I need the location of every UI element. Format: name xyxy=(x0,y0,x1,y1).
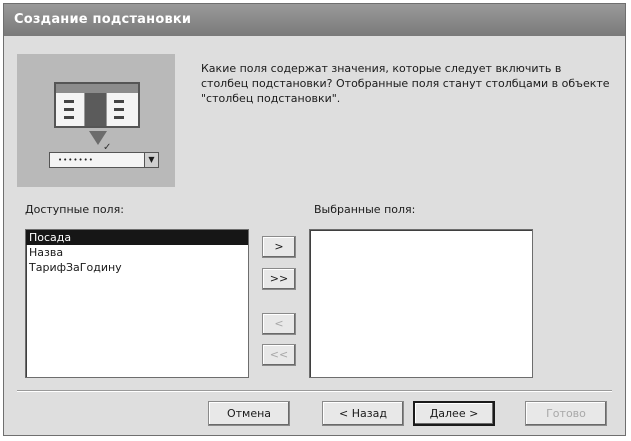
next-button[interactable]: Далее > xyxy=(413,401,495,426)
finish-button[interactable]: Готово xyxy=(525,401,607,426)
list-item[interactable]: ТарифЗаГодину xyxy=(26,260,248,275)
available-fields-label: Доступные поля: xyxy=(25,203,124,216)
instructions-text: Какие поля содержат значения, которые сл… xyxy=(201,62,610,105)
title-bar: Создание подстановки xyxy=(4,4,625,36)
combo-box-icon: ••••••• ▼ xyxy=(49,152,159,168)
checkmark-icon: ✓ xyxy=(103,142,112,153)
selected-fields-label: Выбранные поля: xyxy=(314,203,416,216)
divider xyxy=(17,390,612,392)
remove-all-button[interactable]: << xyxy=(262,344,296,366)
cancel-button[interactable]: Отмена xyxy=(208,401,290,426)
available-fields-list[interactable]: Посада Назва ТарифЗаГодину xyxy=(25,229,249,378)
lookup-wizard-dialog: Создание подстановки ••••••• ▼ ✓ Какие п… xyxy=(3,3,626,436)
add-all-button[interactable]: >> xyxy=(262,268,296,290)
add-one-button[interactable]: > xyxy=(262,236,296,258)
combo-value: ••••••• xyxy=(58,156,94,164)
list-item[interactable]: Посада xyxy=(26,230,248,245)
window-title: Создание подстановки xyxy=(14,12,192,27)
list-item[interactable]: Назва xyxy=(26,245,248,260)
table-icon xyxy=(54,82,140,128)
lookup-illustration: ••••••• ▼ ✓ xyxy=(17,54,175,187)
selected-fields-list[interactable] xyxy=(309,229,533,378)
back-button[interactable]: < Назад xyxy=(322,401,404,426)
remove-one-button[interactable]: < xyxy=(262,313,296,335)
dropdown-arrow-icon: ▼ xyxy=(144,153,158,167)
